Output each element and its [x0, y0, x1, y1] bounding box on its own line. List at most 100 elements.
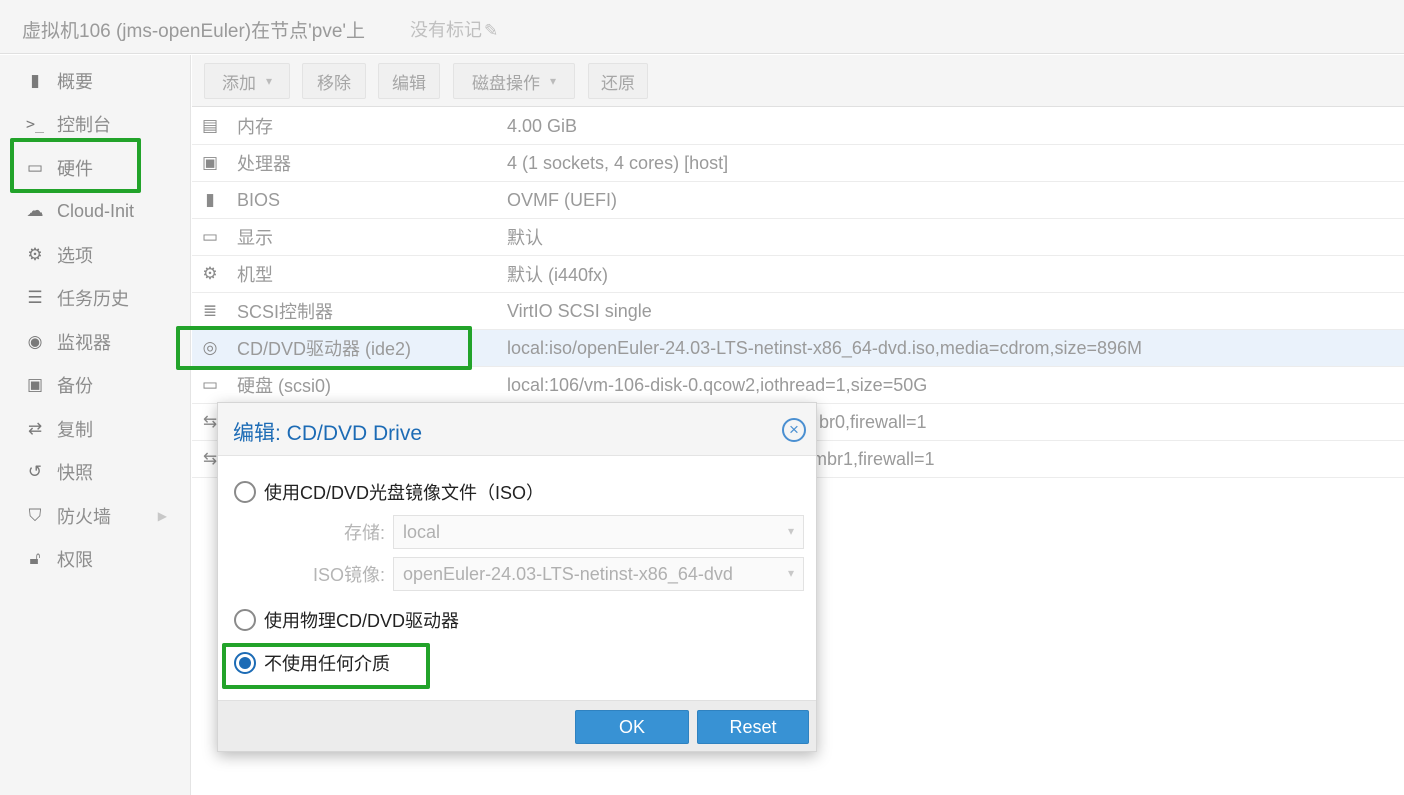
table-row[interactable]: ▭ 显示 默认	[192, 219, 1404, 256]
iso-label: ISO镜像:	[312, 565, 385, 585]
iso-select[interactable]: openEuler-24.03-LTS-netinst-x86_64-dvd ▾	[393, 557, 804, 591]
storage-select[interactable]: local ▾	[393, 515, 804, 549]
sidebar-item-label: 复制	[57, 420, 93, 440]
sidebar-item-label: Cloud-Init	[57, 200, 135, 221]
row-key: 机型	[237, 265, 273, 285]
tags-edit[interactable]: 没有标记 ✎	[410, 16, 498, 42]
row-key: 内存	[237, 117, 273, 137]
row-value: OVMF (UEFI)	[507, 189, 617, 210]
row-value: mbr1,firewall=1	[812, 448, 935, 469]
sidebar-item-label: 控制台	[57, 115, 111, 135]
table-row[interactable]: ⚙ 机型 默认 (i440fx)	[192, 256, 1404, 293]
add-button-label: 添加	[221, 73, 256, 93]
chevron-down-icon: ▾	[787, 524, 794, 538]
edit-button-label: 编辑	[392, 73, 426, 93]
title-bar: 虚拟机106 (jms-openEuler)在节点'pve'上 没有标记 ✎	[0, 0, 1404, 54]
add-button[interactable]: 添加 ▾	[204, 63, 290, 99]
memory-icon: ▤	[201, 116, 219, 135]
eye-icon: ◉	[27, 332, 43, 351]
storage-label: 存储:	[343, 523, 385, 543]
iso-row: ISO镜像: openEuler-24.03-LTS-netinst-x86_6…	[278, 557, 804, 591]
shield-icon: ⛉	[28, 506, 42, 525]
iso-value: openEuler-24.03-LTS-netinst-x86_64-dvd	[403, 563, 733, 584]
sidebar-item-cloud-init[interactable]: ☁ Cloud-Init	[0, 191, 191, 231]
sidebar-item-label: 权限	[57, 550, 93, 570]
sidebar-item-backup[interactable]: ▣ 备份	[0, 365, 191, 405]
sidebar-item-snapshots[interactable]: ↺ 快照	[0, 452, 191, 492]
row-value: 4 (1 sockets, 4 cores) [host]	[507, 152, 729, 173]
cloud-icon: ☁	[26, 201, 44, 220]
radio-option-physical[interactable]: 使用物理CD/DVD驱动器	[234, 607, 459, 633]
ok-button[interactable]: OK	[575, 710, 689, 744]
gear-icon: ⚙	[27, 245, 43, 264]
row-value: 默认	[507, 228, 543, 248]
radio-button[interactable]	[234, 609, 256, 631]
revert-button-label: 还原	[601, 73, 635, 93]
row-value: VirtIO SCSI single	[507, 300, 652, 321]
table-row[interactable]: ▭ 硬盘 (scsi0) local:106/vm-106-disk-0.qco…	[192, 367, 1404, 404]
reset-button[interactable]: Reset	[697, 710, 809, 744]
dialog-title: 编辑: CD/DVD Drive	[233, 422, 423, 445]
storage-row: 存储: local ▾	[278, 515, 804, 549]
row-key: 处理器	[237, 154, 291, 174]
row-value: 4.00 GiB	[507, 115, 578, 136]
sidebar-item-monitor[interactable]: ◉ 监视器	[0, 322, 191, 362]
table-row[interactable]: ▤ 内存 4.00 GiB	[192, 108, 1404, 145]
pencil-icon[interactable]: ✎	[484, 21, 498, 41]
highlight-hardware	[10, 138, 141, 193]
terminal-icon: >_	[25, 115, 45, 133]
save-icon: ▣	[26, 375, 44, 394]
table-row[interactable]: ≣ SCSI控制器 VirtIO SCSI single	[192, 293, 1404, 330]
remove-button[interactable]: 移除	[302, 63, 366, 99]
row-key: SCSI控制器	[237, 302, 334, 322]
list-icon: ☰	[27, 288, 43, 307]
radio-option-iso[interactable]: 使用CD/DVD光盘镜像文件（ISO）	[234, 479, 544, 505]
vm-title: 虚拟机106 (jms-openEuler)在节点'pve'上	[22, 21, 366, 42]
edit-button[interactable]: 编辑	[378, 63, 440, 99]
sidebar-item-firewall[interactable]: ⛉ 防火墙 ▶	[0, 496, 191, 536]
close-icon[interactable]: ×	[782, 418, 806, 442]
table-row[interactable]: ▮ BIOS OVMF (UEFI)	[192, 182, 1404, 219]
history-icon: ↺	[27, 462, 43, 481]
cogs-icon: ⚙	[202, 264, 218, 283]
sidebar-item-replication[interactable]: ⇄ 复制	[0, 409, 191, 449]
retweet-icon: ⇄	[27, 419, 43, 438]
desktop-icon: ▭	[201, 227, 219, 246]
row-value: local:106/vm-106-disk-0.qcow2,iothread=1…	[507, 374, 928, 395]
highlight-no-media	[222, 643, 430, 689]
chevron-down-icon: ▾	[265, 74, 273, 88]
sidebar-item-options[interactable]: ⚙ 选项	[0, 235, 191, 275]
row-value: local:iso/openEuler-24.03-LTS-netinst-x8…	[507, 337, 1143, 358]
disk-action-button[interactable]: 磁盘操作 ▾	[453, 63, 575, 99]
dialog-header: 编辑: CD/DVD Drive ×	[218, 403, 816, 456]
cpu-icon: ▣	[201, 153, 219, 172]
row-key: 硬盘 (scsi0)	[237, 376, 331, 396]
sidebar-item-permissions[interactable]: 🔓︎ 权限	[0, 539, 191, 579]
row-key: BIOS	[237, 189, 281, 210]
tags-label: 没有标记	[410, 20, 482, 40]
disk-action-label: 磁盘操作	[471, 73, 540, 93]
book-icon: ▮	[30, 71, 40, 90]
chevron-right-icon[interactable]: ▶	[158, 509, 167, 523]
sidebar-item-summary[interactable]: ▮ 概要	[0, 61, 191, 101]
radio-label: 使用CD/DVD光盘镜像文件（ISO）	[264, 483, 545, 503]
sidebar-item-label: 概要	[57, 72, 93, 92]
unlock-icon: 🔓︎	[29, 549, 41, 568]
remove-button-label: 移除	[317, 73, 351, 93]
hardware-toolbar: 添加 ▾ 移除 编辑 磁盘操作 ▾ 还原	[192, 55, 1404, 107]
hdd-icon: ▭	[201, 375, 219, 394]
radio-button[interactable]	[234, 481, 256, 503]
reset-button-label: Reset	[729, 716, 777, 737]
chevron-down-icon: ▾	[549, 74, 557, 88]
revert-button[interactable]: 还原	[588, 63, 648, 99]
dialog-footer: OK Reset	[218, 700, 816, 751]
table-row[interactable]: ▣ 处理器 4 (1 sockets, 4 cores) [host]	[192, 145, 1404, 182]
sidebar-item-label: 备份	[57, 376, 93, 396]
row-key: 显示	[237, 228, 273, 248]
row-value: 默认 (i440fx)	[507, 265, 609, 285]
ok-button-label: OK	[618, 716, 645, 737]
database-icon: ≣	[202, 301, 218, 320]
sidebar-item-label: 选项	[57, 246, 93, 266]
storage-value: local	[403, 521, 441, 542]
sidebar-item-task-history[interactable]: ☰ 任务历史	[0, 278, 191, 318]
